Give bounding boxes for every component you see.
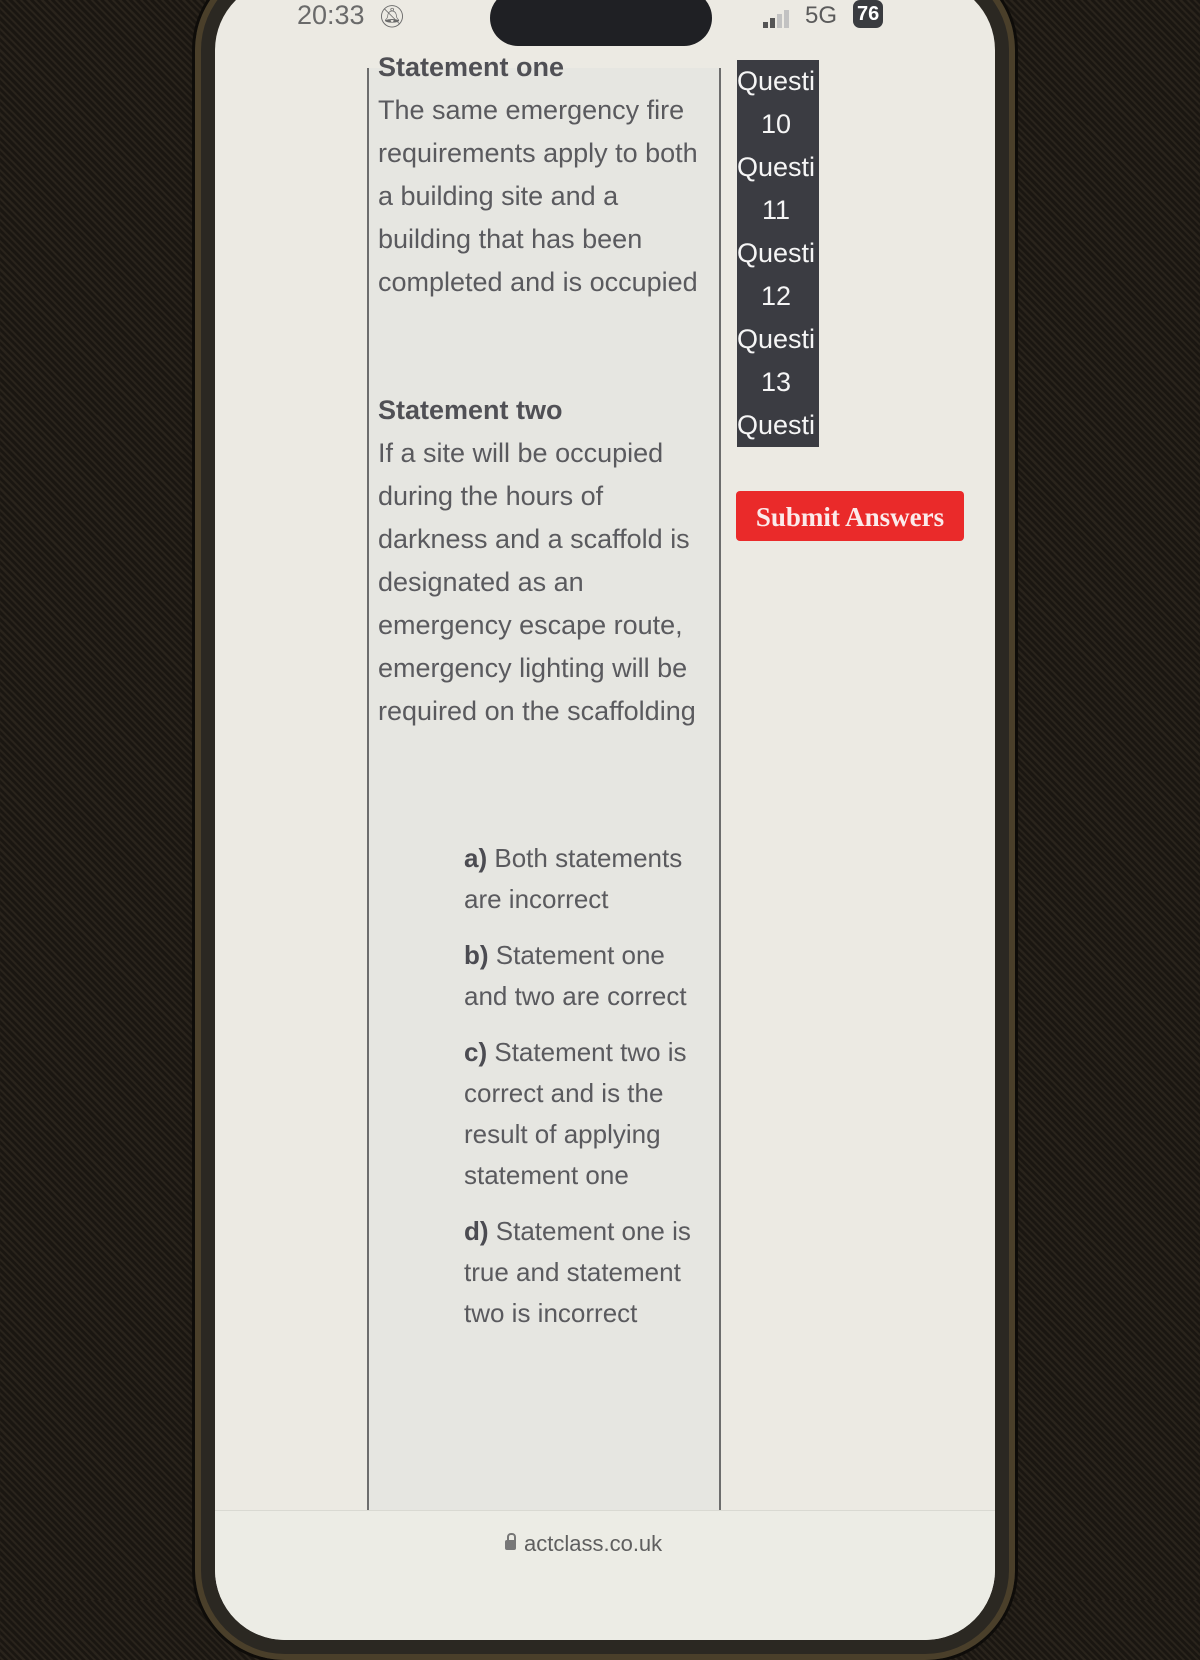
question-nav-item[interactable]: 11 bbox=[737, 189, 819, 232]
answer-options: a) Both statements are incorrect b) Stat… bbox=[464, 838, 704, 1349]
question-nav-item[interactable]: 12 bbox=[737, 275, 819, 318]
option-c[interactable]: c) Statement two is correct and is the r… bbox=[464, 1032, 704, 1196]
url-text: actclass.co.uk bbox=[524, 1531, 663, 1556]
url-display[interactable]: actclass.co.uk bbox=[505, 1531, 662, 1557]
network-type: 5G bbox=[805, 2, 838, 29]
question-nav-label[interactable]: Questi bbox=[737, 146, 819, 189]
option-text: Statement one is true and statement two … bbox=[464, 1216, 691, 1328]
status-bar: 20:33 🔕︎ 5G 76 bbox=[215, 0, 995, 50]
browser-address-bar[interactable]: actclass.co.uk bbox=[215, 1510, 995, 1640]
dynamic-island bbox=[490, 0, 712, 46]
question-nav-label[interactable]: Questi bbox=[737, 318, 819, 361]
option-text: Statement one and two are correct bbox=[464, 940, 687, 1011]
statement-one-heading: Statement one bbox=[378, 52, 565, 82]
statement-one-text: The same emergency fire requirements app… bbox=[378, 95, 698, 297]
bell-slash-icon: 🔕︎ bbox=[378, 4, 406, 29]
option-letter: a) bbox=[464, 843, 488, 873]
phone-screen: 20:33 🔕︎ 5G 76 Statement one The same em… bbox=[215, 0, 995, 1640]
option-text: Statement two is correct and is the resu… bbox=[464, 1037, 687, 1190]
option-a[interactable]: a) Both statements are incorrect bbox=[464, 838, 704, 920]
option-d[interactable]: d) Statement one is true and statement t… bbox=[464, 1211, 704, 1334]
question-panel: Statement one The same emergency fire re… bbox=[367, 52, 721, 1510]
statement-two-text: If a site will be occupied during the ho… bbox=[378, 438, 696, 726]
question-nav-label[interactable]: Questi bbox=[737, 60, 819, 103]
option-letter: c) bbox=[464, 1037, 488, 1067]
battery-indicator: 76 bbox=[853, 0, 884, 28]
option-b[interactable]: b) Statement one and two are correct bbox=[464, 935, 704, 1017]
cellular-signal-icon bbox=[763, 10, 791, 28]
statement-two: Statement two If a site will be occupied… bbox=[378, 389, 718, 733]
status-time: 20:33 bbox=[297, 0, 365, 30]
option-text: Both statements are incorrect bbox=[464, 843, 683, 914]
submit-answers-button[interactable]: Submit Answers bbox=[736, 491, 964, 541]
question-nav: Questi 10 Questi 11 Questi 12 Questi 13 … bbox=[737, 60, 819, 447]
question-nav-label[interactable]: Questi bbox=[737, 404, 819, 447]
question-nav-label[interactable]: Questi bbox=[737, 232, 819, 275]
option-letter: b) bbox=[464, 940, 489, 970]
question-nav-item[interactable]: 10 bbox=[737, 103, 819, 146]
statement-one: Statement one The same emergency fire re… bbox=[378, 46, 718, 304]
question-nav-item[interactable]: 13 bbox=[737, 361, 819, 404]
lock-icon bbox=[505, 1533, 516, 1550]
statement-two-heading: Statement two bbox=[378, 395, 563, 425]
option-letter: d) bbox=[464, 1216, 489, 1246]
